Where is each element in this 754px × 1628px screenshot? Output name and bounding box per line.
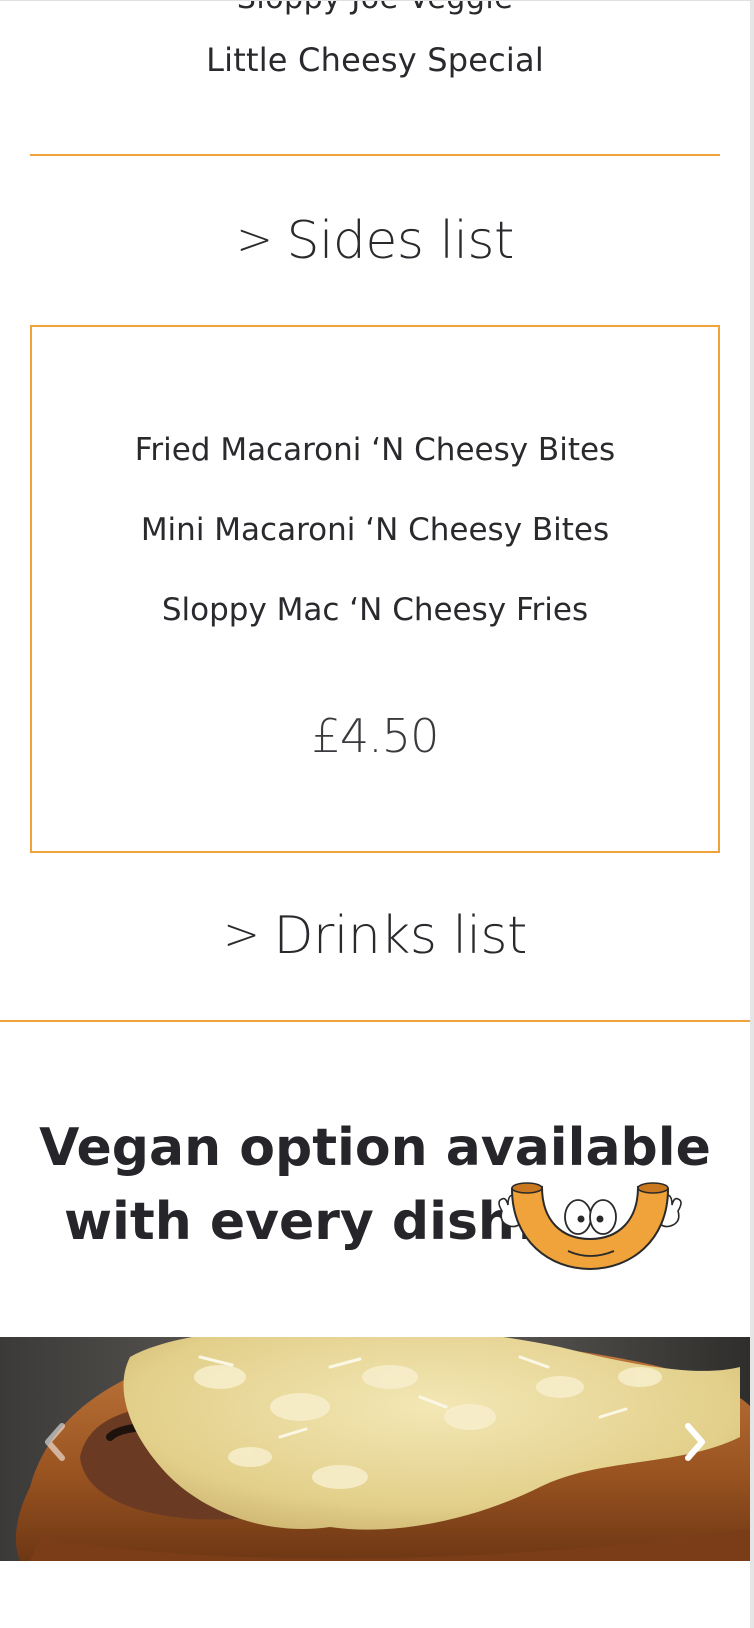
hotdog-photo <box>0 1337 750 1561</box>
carousel-next-button[interactable] <box>670 1407 720 1477</box>
sides-list-label: Sides list <box>286 211 514 271</box>
macaroni-mascot-icon <box>498 1182 682 1271</box>
section-divider <box>0 1020 750 1022</box>
sides-price: £4.50 <box>311 709 440 763</box>
special-item-title: Little Cheesy Special <box>206 41 544 79</box>
section-divider <box>30 154 720 156</box>
chevron-right-icon: > <box>236 214 273 265</box>
side-item: Sloppy Mac ‘N Cheesy Fries <box>161 592 589 628</box>
chevron-right-icon <box>685 1423 705 1461</box>
menu-page: Sloppy Joe Veggie Little Cheesy Special … <box>0 0 754 1628</box>
chevron-left-icon <box>45 1423 65 1461</box>
drinks-list-label: Drinks list <box>273 906 527 966</box>
sides-list-toggle[interactable]: > Sides list <box>0 211 750 271</box>
carousel-prev-button[interactable] <box>30 1407 80 1477</box>
previous-item-text: Sloppy Joe Veggie <box>0 1 750 16</box>
sides-items-list: Fried Macaroni ‘N Cheesy Bites Mini Maca… <box>32 431 718 671</box>
side-item: Fried Macaroni ‘N Cheesy Bites <box>134 432 616 468</box>
chevron-right-icon: > <box>223 909 260 960</box>
sides-panel: Fried Macaroni ‘N Cheesy Bites Mini Maca… <box>30 325 720 853</box>
food-image-carousel[interactable] <box>0 1337 750 1561</box>
vegan-headline-line1: Vegan option available <box>39 1118 711 1178</box>
drinks-list-toggle[interactable]: > Drinks list <box>0 906 750 966</box>
side-item: Mini Macaroni ‘N Cheesy Bites <box>140 512 610 548</box>
